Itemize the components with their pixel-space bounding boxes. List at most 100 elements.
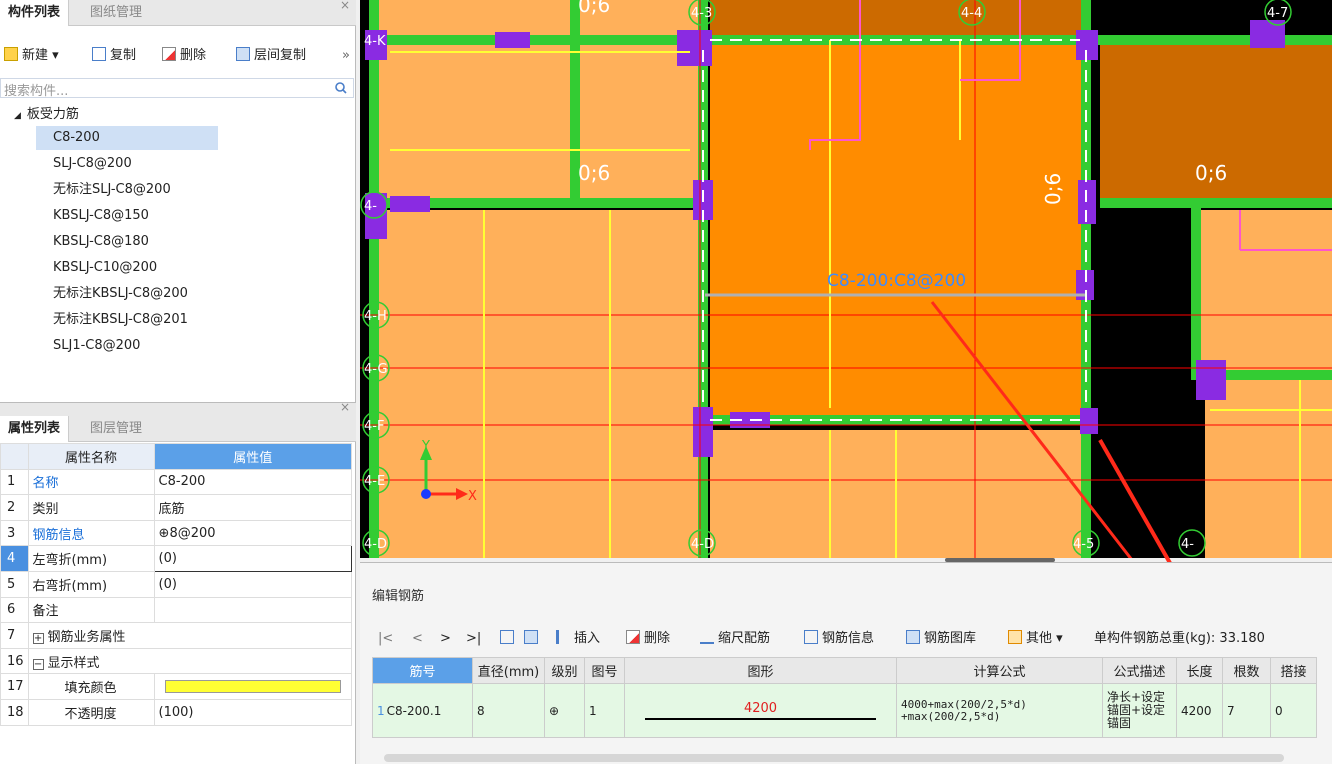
prop-value[interactable] bbox=[153, 673, 353, 700]
delete-label: 删除 bbox=[644, 631, 671, 646]
table-row[interactable]: 18 不透明度 (100) bbox=[0, 698, 353, 726]
horizontal-scrollbar[interactable] bbox=[384, 754, 1284, 762]
col-header[interactable]: 筋号 bbox=[372, 657, 473, 684]
shape-no-cell[interactable]: 1 bbox=[584, 683, 625, 738]
prop-value[interactable]: 底筋 bbox=[153, 494, 353, 521]
col-header[interactable]: 图号 bbox=[584, 657, 625, 684]
property-header: 属性名称 属性值 bbox=[0, 443, 353, 470]
prop-group[interactable]: − 显示样式 bbox=[27, 647, 353, 675]
col-header[interactable]: 根数 bbox=[1222, 657, 1271, 684]
list-item[interactable]: SLJ-C8@200 bbox=[53, 152, 132, 176]
prop-value[interactable]: (100) bbox=[153, 698, 353, 726]
delete-icon bbox=[626, 630, 640, 644]
splitter-handle[interactable] bbox=[945, 558, 1055, 562]
length-cell[interactable]: 4200 bbox=[1176, 683, 1223, 738]
col-header[interactable]: 直径(mm) bbox=[472, 657, 545, 684]
list-item[interactable]: 无标注SLJ-C8@200 bbox=[53, 178, 171, 202]
prop-value-input[interactable]: (0) bbox=[153, 545, 353, 572]
col-header[interactable]: 图形 bbox=[624, 657, 897, 684]
table-row[interactable]: 1 名称 C8-200 bbox=[0, 468, 353, 496]
library-button[interactable]: 钢筋图库 bbox=[906, 629, 976, 649]
col-header[interactable]: 计算公式 bbox=[896, 657, 1103, 684]
floor-copy-button[interactable]: 层间复制 bbox=[236, 46, 306, 66]
shape-cell[interactable]: 4200 bbox=[624, 683, 897, 738]
nav-first-button[interactable]: |< bbox=[378, 629, 393, 649]
fill-color-swatch[interactable] bbox=[164, 680, 341, 694]
tab-layer-management[interactable]: 图层管理 bbox=[82, 416, 150, 442]
diameter-cell[interactable]: 8 bbox=[472, 683, 545, 738]
grade-cell[interactable]: ⊕ bbox=[544, 683, 585, 738]
table-row[interactable]: 7 + 钢筋业务属性 bbox=[0, 622, 353, 649]
insert-icon bbox=[556, 630, 570, 644]
nav-next-button[interactable]: > bbox=[440, 629, 451, 649]
col-header[interactable]: 级别 bbox=[544, 657, 585, 684]
tab-property-list[interactable]: 属性列表 bbox=[0, 416, 70, 442]
bar-no-cell[interactable]: 1 C8-200.1 bbox=[372, 683, 473, 738]
search-icon[interactable] bbox=[335, 82, 347, 94]
table-row[interactable]: 4 左弯折(mm) (0) bbox=[0, 545, 353, 572]
new-button[interactable]: 新建 ▾ bbox=[4, 46, 59, 66]
tab-drawing-management[interactable]: 图纸管理 bbox=[82, 0, 150, 26]
col-header[interactable]: 长度 bbox=[1176, 657, 1223, 684]
move-down-button[interactable] bbox=[524, 629, 542, 649]
table-row[interactable]: 17 填充颜色 bbox=[0, 673, 353, 700]
close-icon[interactable]: × bbox=[340, 0, 350, 12]
table-row[interactable]: 3 钢筋信息 ⊕8@200 bbox=[0, 519, 353, 547]
copy-button[interactable]: 复制 bbox=[92, 46, 136, 66]
search-input[interactable]: 搜索构件... bbox=[0, 78, 354, 99]
desc-cell[interactable]: 净长+设定 锚固+设定 锚固 bbox=[1102, 683, 1177, 738]
table-row[interactable]: 16− 显示样式 bbox=[0, 647, 353, 675]
info-button[interactable]: 钢筋信息 bbox=[804, 629, 874, 649]
other-button[interactable]: 其他 ▾ bbox=[1008, 629, 1063, 649]
floor-copy-icon bbox=[236, 47, 250, 61]
count-cell[interactable]: 7 bbox=[1222, 683, 1271, 738]
row-index: 1 bbox=[377, 703, 385, 718]
table-row[interactable]: 5 右弯折(mm) (0) bbox=[0, 570, 353, 598]
list-item[interactable]: SLJ1-C8@200 bbox=[53, 334, 140, 358]
list-item[interactable]: 无标注KBSLJ-C8@201 bbox=[53, 308, 188, 332]
nav-prev-button[interactable]: < bbox=[412, 629, 423, 649]
more-button[interactable]: » bbox=[342, 46, 350, 66]
scale-button[interactable]: 缩尺配筋 bbox=[700, 629, 770, 649]
insert-label: 插入 bbox=[574, 631, 601, 646]
prop-group[interactable]: + 钢筋业务属性 bbox=[27, 622, 353, 649]
lap-cell[interactable]: 0 bbox=[1270, 683, 1317, 738]
delete-row-button[interactable]: 删除 bbox=[626, 629, 670, 649]
prop-value[interactable]: ⊕8@200 bbox=[153, 519, 353, 547]
list-item[interactable]: KBSLJ-C8@150 bbox=[53, 204, 149, 228]
col-header[interactable]: 公式描述 bbox=[1102, 657, 1177, 684]
library-icon bbox=[906, 630, 920, 644]
prop-name: 备注 bbox=[27, 596, 155, 624]
insert-button[interactable]: 插入 bbox=[556, 629, 600, 649]
move-up-button[interactable] bbox=[500, 629, 518, 649]
close-icon[interactable]: × bbox=[340, 400, 350, 414]
list-item[interactable]: KBSLJ-C8@180 bbox=[53, 230, 149, 254]
table-row[interactable]: 6 备注 bbox=[0, 596, 353, 624]
tab-component-list[interactable]: 构件列表 bbox=[0, 0, 70, 26]
table-row[interactable]: 2 类别 底筋 bbox=[0, 494, 353, 521]
prop-value[interactable] bbox=[153, 596, 353, 624]
collapse-icon[interactable]: ◢ bbox=[14, 111, 21, 121]
prop-value[interactable]: (0) bbox=[153, 570, 353, 598]
rebar-table: 筋号 直径(mm) 级别 图号 图形 计算公式 公式描述 长度 根数 搭接 1C… bbox=[372, 657, 1317, 738]
list-item[interactable]: 无标注KBSLJ-C8@200 bbox=[53, 282, 188, 306]
prop-group-label: 显示样式 bbox=[47, 655, 100, 671]
header-value: 属性值 bbox=[153, 443, 353, 470]
prop-value[interactable]: C8-200 bbox=[153, 468, 353, 496]
row-num: 7 bbox=[0, 622, 29, 649]
collapse-icon[interactable]: − bbox=[32, 658, 44, 670]
list-item[interactable]: KBSLJ-C10@200 bbox=[53, 256, 157, 280]
delete-button[interactable]: 删除 bbox=[162, 46, 206, 66]
nav-last-button[interactable]: >| bbox=[466, 629, 481, 649]
delete-icon bbox=[162, 47, 176, 61]
delete-label: 删除 bbox=[180, 48, 207, 63]
expand-icon[interactable]: + bbox=[32, 632, 44, 644]
formula-cell[interactable]: 4000+max(200/2,5*d) +max(200/2,5*d) bbox=[896, 683, 1103, 738]
table-row[interactable]: 1 C8-200.1 8 ⊕ 1 4200 4000+max(200/2,5*d)… bbox=[372, 683, 1317, 738]
tree-root[interactable]: ◢ 板受力筋 bbox=[14, 103, 79, 122]
row-num: 17 bbox=[0, 673, 29, 700]
col-header[interactable]: 搭接 bbox=[1270, 657, 1317, 684]
floor-copy-label: 层间复制 bbox=[254, 48, 307, 63]
move-up-icon bbox=[500, 630, 514, 644]
list-item[interactable]: C8-200 bbox=[36, 126, 218, 150]
